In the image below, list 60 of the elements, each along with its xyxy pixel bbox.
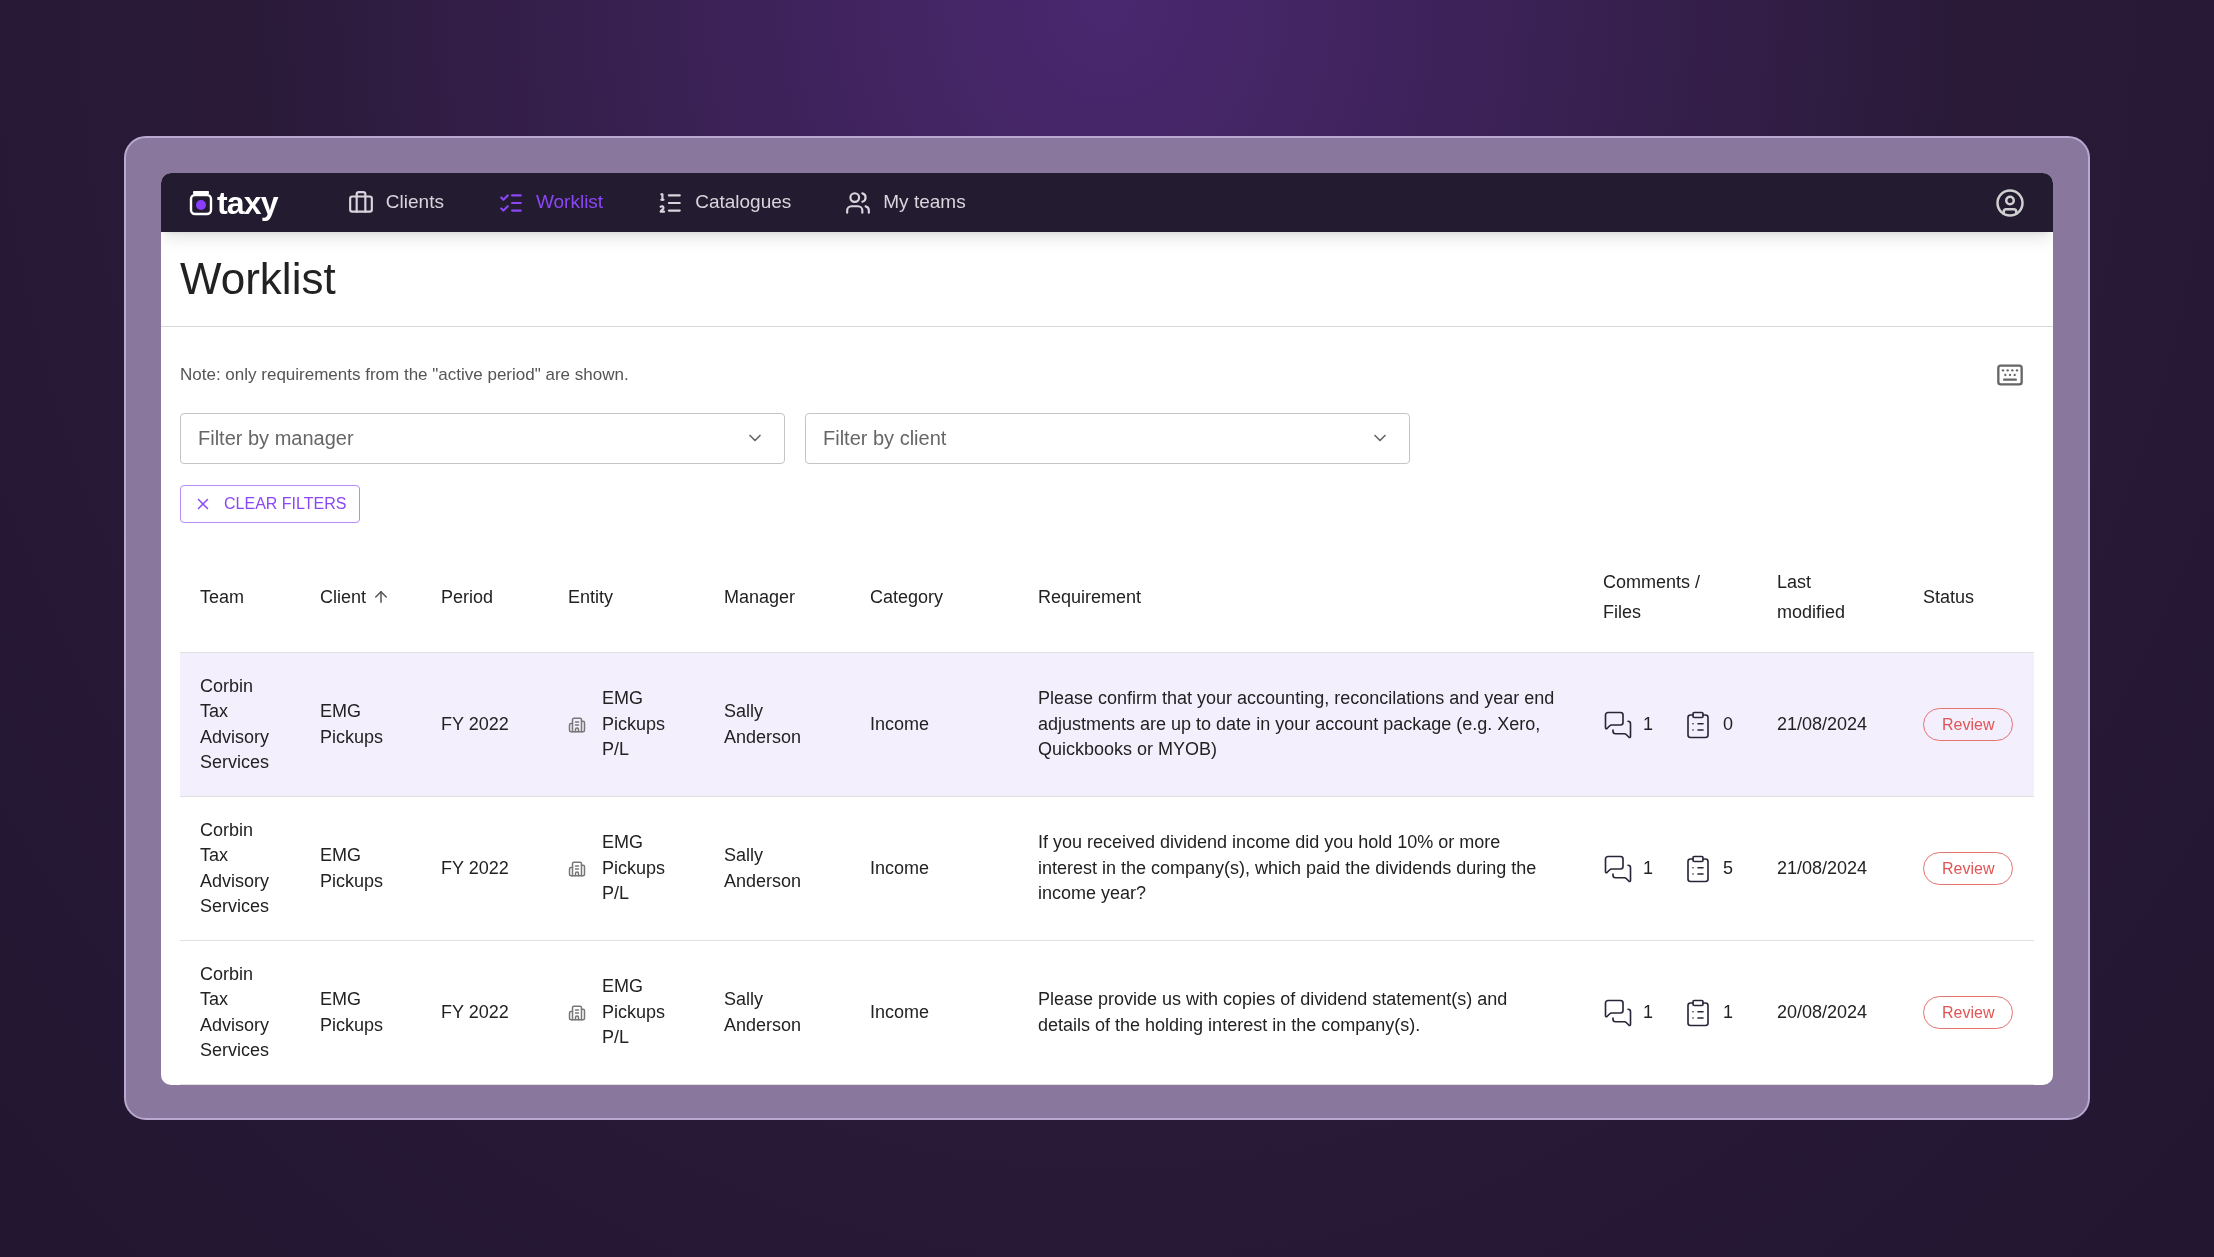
table-cell-text: Corbin Tax Advisory Services — [200, 818, 271, 918]
table-cell: Income — [870, 857, 930, 878]
table-cell: 21/08/2024 — [1777, 713, 1868, 734]
files-count: 0 — [1723, 712, 1734, 736]
table-cell-text: EMG Pickups P/L — [602, 687, 667, 762]
comments-count: 1 — [1643, 856, 1653, 880]
page-title: Worklist — [180, 253, 336, 306]
table-cell: Income — [870, 713, 930, 734]
table-cell: EMG Pickups — [320, 701, 384, 747]
table-cell-text: Sally Anderson — [724, 844, 803, 893]
files-count: 5 — [1723, 856, 1734, 880]
table-cell: 20/08/2024 — [1777, 1001, 1868, 1022]
nav-tab[interactable]: Clients — [347, 188, 444, 217]
table-cell-text: Corbin Tax Advisory Services — [200, 962, 271, 1062]
column-header[interactable]: Last modified — [1777, 566, 1867, 627]
column-header[interactable]: Client — [320, 581, 367, 612]
people-icon — [845, 189, 872, 216]
nav-tab[interactable]: My teams — [845, 188, 966, 217]
note-text: Note: only requirements from the "active period" are shown. — [180, 364, 629, 387]
table-cell: EMG Pickups — [320, 845, 384, 891]
account-icon[interactable] — [1995, 187, 2025, 218]
filter-dropdown[interactable]: Filter by client — [805, 413, 1410, 464]
table-cell-text: Please provide us with copies of dividend statement(s) and details of the holding interest in the company(s). — [1038, 988, 1509, 1037]
comments-icon[interactable] — [1603, 853, 1633, 884]
table-cell: 21/08/2024 — [1777, 857, 1868, 878]
column-header[interactable]: Requirement — [1038, 581, 1142, 612]
table-cell-text: Sally Anderson — [724, 700, 803, 749]
building-icon — [568, 715, 586, 734]
table-cell-text: Corbin Tax Advisory Services — [200, 674, 271, 774]
nav-tab[interactable]: Catalogues — [657, 188, 792, 217]
table-cell-text: EMG Pickups P/L — [602, 831, 667, 906]
table-row[interactable] — [180, 653, 2034, 797]
table-cell: EMG Pickups — [320, 989, 384, 1035]
comments-count: 1 — [1643, 1000, 1653, 1024]
table-cell-text: Please confirm that your accounting, reconcilations and year end adjustments are up to date in your account package (e.g. Xero, Quickbooks or MYOB) — [1038, 687, 1556, 762]
column-header[interactable]: Manager — [724, 581, 796, 612]
table-cell: FY 2022 — [441, 1001, 509, 1022]
column-header[interactable]: Period — [441, 581, 494, 612]
column-header[interactable]: Entity — [568, 581, 614, 612]
building-icon — [568, 859, 586, 878]
column-header[interactable]: Team — [200, 581, 244, 612]
column-header[interactable]: Status — [1923, 581, 1975, 612]
clear-filters-button[interactable]: CLEAR FILTERS — [180, 485, 361, 523]
table-cell-text: EMG Pickups P/L — [602, 975, 667, 1050]
briefcase-icon — [347, 189, 374, 216]
table-cell: FY 2022 — [441, 857, 509, 878]
column-header[interactable]: Category — [870, 581, 944, 612]
table-cell: FY 2022 — [441, 713, 509, 734]
comments-icon[interactable] — [1603, 997, 1633, 1028]
files-count: 1 — [1723, 1000, 1734, 1024]
jar-logo-icon — [189, 189, 213, 216]
table-cell-text: Sally Anderson — [724, 988, 803, 1037]
table-cell: Income — [870, 1001, 930, 1022]
comments-count: 1 — [1643, 712, 1653, 736]
column-header[interactable]: Comments / Files — [1603, 566, 1723, 627]
comments-icon[interactable] — [1603, 709, 1633, 740]
logo-text: taxy — [217, 186, 278, 219]
filter-dropdown[interactable]: Filter by manager — [180, 413, 785, 464]
table-cell-text: If you received dividend income did you hold 10% or more interest in the company(s), which paid the dividends during the income year? — [1038, 831, 1538, 906]
building-icon — [568, 1003, 586, 1022]
